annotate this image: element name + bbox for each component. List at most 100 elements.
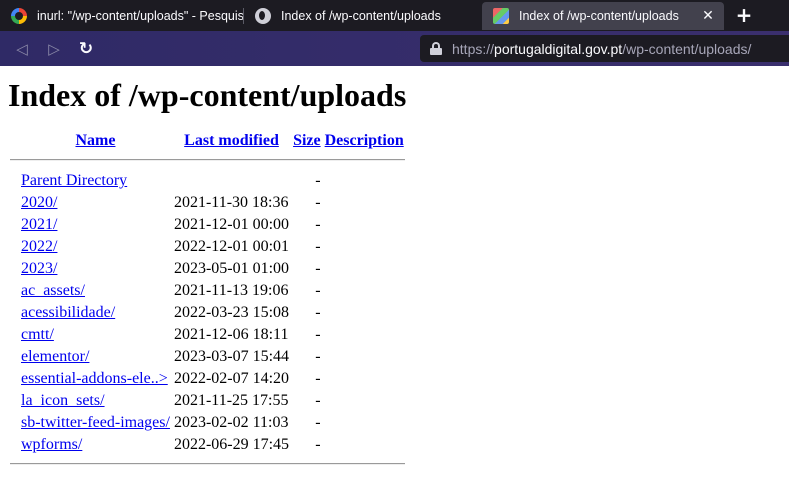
row-icon-cell [10, 413, 18, 433]
table-row: Parent Directory - [10, 171, 405, 191]
table-row: acessibilidade/2022-03-23 15:08 - [10, 303, 405, 323]
modified-cell: 2022-03-23 15:08 [173, 304, 290, 321]
row-icon-cell [10, 325, 18, 345]
entry-link[interactable]: cmtt/ [21, 326, 54, 343]
description-cell [324, 347, 405, 367]
modified-cell: 2022-06-29 17:45 [173, 436, 290, 453]
table-row: wpforms/2022-06-29 17:45 - [10, 435, 405, 455]
table-row: 2023/2023-05-01 01:00 - [10, 259, 405, 279]
url-bar[interactable]: https://portugaldigital.gov.pt/wp-conten… [420, 35, 789, 62]
table-row: essential-addons-ele..> 2022-02-07 14:20 - [10, 369, 405, 389]
table-row: elementor/2023-03-07 15:44 - [10, 347, 405, 367]
entry-link[interactable]: 2022/ [21, 238, 57, 255]
description-cell [324, 435, 405, 455]
tab-label: inurl: "/wp-content/uploads" - Pesquisa [37, 8, 243, 23]
row-icon-cell [10, 303, 18, 323]
entry-link[interactable]: sb-twitter-feed-images/ [21, 414, 170, 431]
table-row: 2021/2021-12-01 00:00 - [10, 215, 405, 235]
tab-index-active[interactable]: Index of /wp-content/uploads ✕ [482, 2, 724, 30]
size-cell: - [315, 436, 321, 453]
tab-label: Index of /wp-content/uploads [519, 9, 679, 23]
description-cell [324, 215, 405, 235]
row-icon-cell [10, 347, 18, 367]
size-cell: - [315, 326, 321, 343]
entry-link[interactable]: 2021/ [21, 216, 57, 233]
footer-divider [10, 463, 405, 465]
row-icon-cell [10, 281, 18, 301]
description-cell [324, 325, 405, 345]
icon-column-header [10, 131, 18, 151]
size-cell: - [315, 392, 321, 409]
entry-link[interactable]: wpforms/ [21, 436, 82, 453]
tab-google-search[interactable]: inurl: "/wp-content/uploads" - Pesquisa [0, 0, 243, 31]
size-cell: - [315, 304, 321, 321]
modified-cell: 2022-02-07 14:20 [173, 370, 290, 387]
row-icon-cell [10, 259, 18, 279]
modified-cell: 2021-12-06 18:11 [173, 326, 289, 343]
tab-index-1[interactable]: Index of /wp-content/uploads [244, 0, 482, 31]
size-cell: - [315, 282, 321, 299]
description-cell [324, 281, 405, 301]
entry-link[interactable]: ac_assets/ [21, 282, 85, 299]
row-icon-cell [10, 369, 18, 389]
forward-arrow-icon[interactable]: ▷ [44, 39, 64, 59]
reload-icon[interactable]: ↻ [76, 39, 96, 59]
modified-cell: 2021-11-25 17:55 [173, 392, 289, 409]
sort-by-name-link[interactable]: Name [75, 132, 115, 149]
directory-listing: Name Last modified Size Description Pare… [8, 129, 407, 475]
modified-cell: 2023-03-07 15:44 [173, 348, 290, 365]
modified-cell: 2022-12-01 00:01 [173, 238, 290, 255]
row-icon-cell [10, 215, 18, 235]
page-title: Index of /wp-content/uploads [8, 77, 407, 113]
google-icon [11, 7, 27, 24]
row-icon-cell [10, 171, 18, 191]
close-tab-icon[interactable]: ✕ [700, 8, 716, 24]
lock-icon[interactable] [430, 42, 442, 55]
size-cell: - [315, 370, 321, 387]
sort-by-size-link[interactable]: Size [293, 132, 321, 149]
size-cell: - [315, 260, 321, 277]
entry-link[interactable]: 2020/ [21, 194, 57, 211]
modified-cell: 2021-11-30 18:36 [173, 194, 289, 211]
description-cell [324, 237, 405, 257]
tab-bar: inurl: "/wp-content/uploads" - Pesquisa … [0, 0, 789, 31]
description-cell [324, 193, 405, 213]
description-cell [324, 391, 405, 411]
entry-link[interactable]: 2023/ [21, 260, 57, 277]
globe-icon [255, 7, 271, 24]
entry-link[interactable]: acessibilidade/ [21, 304, 115, 321]
entry-link[interactable]: elementor/ [21, 348, 89, 365]
modified-cell: 2023-02-02 11:03 [173, 414, 289, 431]
table-row: 2022/2022-12-01 00:01 - [10, 237, 405, 257]
page-icon [493, 8, 509, 24]
entry-link[interactable]: essential-addons-ele..> [21, 370, 168, 387]
sort-by-modified-link[interactable]: Last modified [184, 132, 279, 149]
url-text[interactable]: https://portugaldigital.gov.pt/wp-conten… [452, 41, 751, 57]
table-row: 2020/2021-11-30 18:36 - [10, 193, 405, 213]
table-row: ac_assets/2021-11-13 19:06 - [10, 281, 405, 301]
table-row: la_icon_sets/2021-11-25 17:55 - [10, 391, 405, 411]
size-cell: - [315, 194, 321, 211]
description-cell [324, 369, 405, 389]
sort-by-description-link[interactable]: Description [325, 132, 404, 149]
table-row: cmtt/2021-12-06 18:11 - [10, 325, 405, 345]
row-icon-cell [10, 391, 18, 411]
entry-link[interactable]: Parent Directory [21, 172, 127, 189]
header-divider [10, 159, 405, 161]
row-icon-cell [10, 193, 18, 213]
modified-cell: 2021-11-13 19:06 [173, 282, 289, 299]
size-cell: - [315, 348, 321, 365]
size-cell: - [315, 414, 321, 431]
description-cell [324, 171, 405, 191]
new-tab-button[interactable]: + [733, 4, 755, 26]
size-cell: - [315, 172, 321, 189]
entry-link[interactable]: la_icon_sets/ [21, 392, 105, 409]
modified-cell: 2023-05-01 01:00 [173, 260, 290, 277]
page-content: Index of /wp-content/uploads Name Last m… [8, 66, 789, 475]
modified-cell [173, 171, 290, 191]
back-arrow-icon[interactable]: ◁ [12, 39, 32, 59]
size-cell: - [315, 216, 321, 233]
description-cell [324, 303, 405, 323]
description-cell [324, 259, 405, 279]
table-row: sb-twitter-feed-images/2023-02-02 11:03 - [10, 413, 405, 433]
